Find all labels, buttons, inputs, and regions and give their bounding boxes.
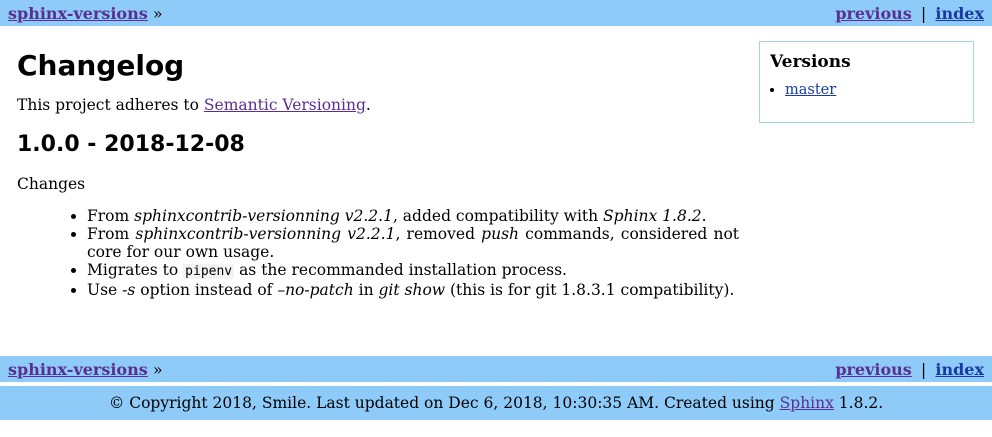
list-item: master	[785, 82, 963, 98]
top-breadcrumb-separator: »	[152, 3, 163, 23]
changes-list: From sphinxcontrib-versionning v2.2.1, a…	[17, 207, 739, 299]
change-emphasis: git show	[378, 280, 446, 299]
bottom-previous-link[interactable]: previous	[835, 360, 911, 379]
sphinx-version-text: 1.8.2.	[833, 394, 884, 412]
list-item: From sphinxcontrib-versionning v2.2.1, a…	[87, 207, 739, 225]
change-emphasis: Sphinx 1.8.2	[603, 206, 702, 225]
top-breadcrumb: sphinx-versions »	[8, 4, 163, 23]
bottom-breadcrumb-separator: »	[152, 359, 163, 379]
intro-suffix: .	[365, 95, 371, 114]
intro-paragraph: This project adheres to Semantic Version…	[17, 96, 739, 115]
bottom-breadcrumb: sphinx-versions »	[8, 360, 163, 379]
change-text: , added compatibility with	[392, 206, 604, 225]
top-previous-link[interactable]: previous	[835, 4, 911, 23]
sidebar-title: Versions	[770, 52, 851, 72]
copyright-text: © Copyright 2018, Smile. Last updated on…	[108, 394, 780, 412]
change-emphasis: –no-patch	[277, 280, 354, 299]
main-content: Changelog This project adheres to Semant…	[17, 26, 739, 299]
semver-link[interactable]: Semantic Versioning	[204, 96, 366, 114]
change-code: pipenv	[183, 263, 235, 279]
versions-list: master	[770, 82, 963, 98]
footer: © Copyright 2018, Smile. Last updated on…	[0, 386, 992, 420]
change-text: as the recommanded installation process.	[234, 260, 567, 279]
change-text: in	[353, 280, 379, 299]
list-item: From sphinxcontrib-versionning v2.2.1, r…	[87, 225, 739, 261]
page-title: Changelog	[17, 49, 185, 82]
footer-text: © Copyright 2018, Smile. Last updated on…	[109, 394, 883, 412]
change-emphasis: sphinxcontrib-versionning v2.2.1	[134, 206, 393, 225]
list-item: Use -s option instead of –no-patch in gi…	[87, 281, 739, 299]
bottom-index-link[interactable]: index	[935, 360, 984, 379]
top-relbar: sphinx-versions » previous | index	[0, 0, 992, 26]
change-emphasis: push	[481, 224, 520, 243]
document-area: Changelog This project adheres to Semant…	[0, 26, 992, 356]
change-text: From	[87, 224, 136, 243]
top-index-link[interactable]: index	[935, 4, 984, 23]
sphinx-link[interactable]: Sphinx	[780, 394, 834, 412]
release-heading: 1.0.0 - 2018-12-08	[17, 132, 245, 158]
bottom-project-link[interactable]: sphinx-versions	[8, 360, 148, 379]
change-text: From	[87, 206, 135, 225]
change-text: (this is for git 1.8.3.1 compatibility).	[445, 280, 735, 299]
change-text: Use	[87, 280, 123, 299]
change-emphasis: sphinxcontrib-versionning v2.2.1	[135, 224, 396, 243]
versions-sidebar: Versions master	[759, 41, 974, 123]
change-emphasis: -s	[122, 280, 136, 299]
top-project-link[interactable]: sphinx-versions	[8, 4, 148, 23]
change-text: .	[701, 206, 707, 225]
list-item: Migrates to pipenv as the recommanded in…	[87, 261, 739, 281]
bottom-nav-separator: |	[920, 359, 927, 379]
bottom-nav-links: previous | index	[835, 360, 984, 379]
change-text: Migrates to	[87, 260, 184, 279]
top-nav-links: previous | index	[835, 4, 984, 23]
changes-label: Changes	[17, 175, 86, 194]
change-text: option instead of	[135, 280, 278, 299]
bottom-relbar: sphinx-versions » previous | index	[0, 356, 992, 382]
version-link-master[interactable]: master	[785, 82, 836, 98]
intro-text: This project adheres to	[17, 95, 204, 114]
top-nav-separator: |	[920, 3, 927, 23]
change-text: , removed	[395, 224, 482, 243]
